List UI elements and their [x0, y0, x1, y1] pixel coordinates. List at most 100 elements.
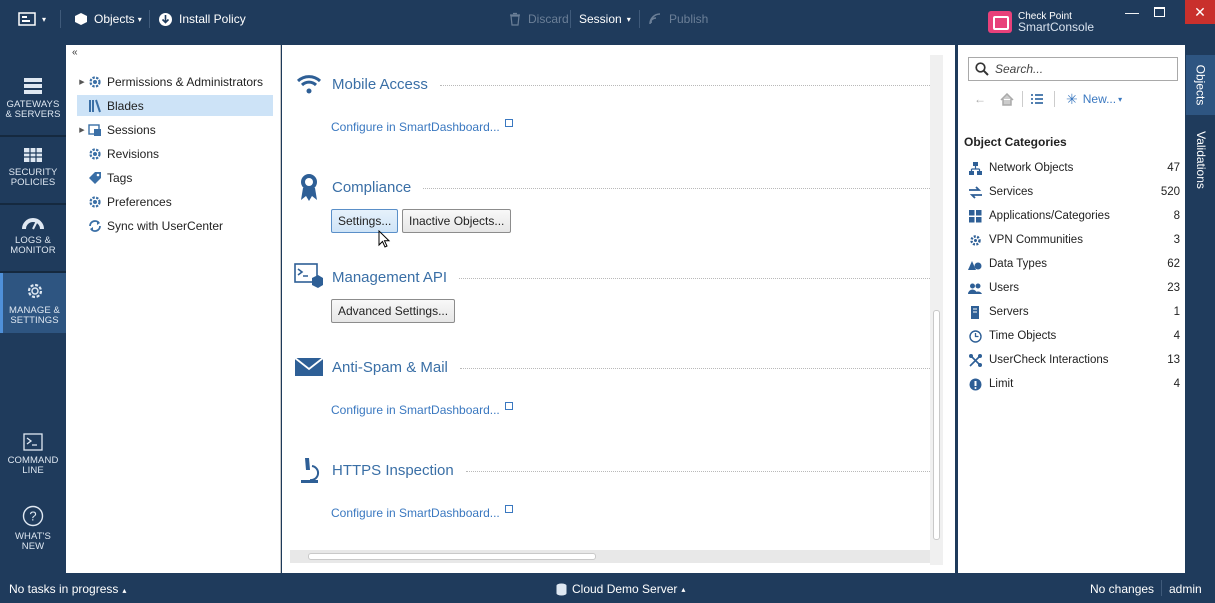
section-title: Compliance [332, 178, 412, 196]
external-link-icon [504, 402, 513, 410]
server-status[interactable]: Cloud Demo Server ▴ [556, 582, 685, 596]
category-label: Time Objects [989, 330, 1057, 342]
gauge-icon [22, 218, 44, 230]
objects-toolbar: ← ✳ New... ▾ [970, 89, 1180, 109]
category-users[interactable]: Users 23 [968, 278, 1180, 298]
configure-smartdashboard-link[interactable]: Configure in SmartDashboard... [331, 505, 513, 520]
tab-validations[interactable]: Validations [1186, 120, 1215, 200]
left-navigation: GATEWAYS & SERVERS SECURITY POLICIES LOGS … [0, 45, 66, 573]
blades-content: Mobile Access Configure in SmartDashboar… [282, 45, 955, 573]
category-servers[interactable]: Servers 1 [968, 302, 1180, 322]
tasks-label: No tasks in progress [9, 582, 119, 596]
category-usercheck-interactions[interactable]: UserCheck Interactions 13 [968, 350, 1180, 370]
app-menu-button[interactable]: ▾ [18, 10, 46, 28]
server-label: Cloud Demo Server [572, 582, 678, 596]
nav-label: NEW [21, 541, 45, 552]
objects-menu-button[interactable]: Objects ▾ [74, 10, 142, 28]
terminal-icon [23, 433, 43, 451]
category-applications[interactable]: Applications/Categories 8 [968, 206, 1180, 226]
expand-arrow-icon[interactable]: ▶ [77, 78, 87, 86]
list-view-button[interactable] [1030, 89, 1044, 109]
discard-button[interactable]: Discard [508, 10, 569, 28]
button-label: Advanced Settings... [338, 304, 449, 318]
search-icon [975, 62, 989, 76]
tasks-status[interactable]: No tasks in progress ▴ [9, 582, 126, 596]
smartconsole-logo-icon [988, 11, 1012, 33]
nav-logs-monitor[interactable]: LOGS & MONITOR [0, 215, 66, 256]
session-menu-button[interactable]: Session ▾ [579, 10, 631, 28]
nav-manage-settings[interactable]: MANAGE & SETTINGS [0, 273, 66, 333]
nav-label: MONITOR [10, 245, 56, 256]
gear-icon [89, 195, 101, 208]
home-icon [1000, 92, 1014, 106]
category-count: 47 [1167, 162, 1180, 174]
category-limit[interactable]: Limit 4 [968, 374, 1180, 394]
vpn-icon [969, 234, 981, 246]
vertical-scrollbar[interactable] [930, 55, 943, 565]
category-label: VPN Communities [989, 234, 1083, 246]
gear-icon [89, 147, 101, 160]
external-link-icon [504, 119, 513, 127]
new-object-button[interactable]: ✳ New... ▾ [1066, 89, 1122, 109]
management-api-icon [294, 263, 323, 288]
category-label: Network Objects [989, 162, 1074, 174]
status-bar: No tasks in progress ▴ Cloud Demo Server ▴… [0, 573, 1215, 603]
scrollbar-thumb[interactable] [308, 553, 596, 560]
list-icon [1031, 94, 1043, 104]
app-menu-icon [18, 12, 36, 26]
scrollbar-thumb[interactable] [933, 310, 940, 540]
install-policy-button[interactable]: Install Policy [158, 10, 246, 28]
install-policy-label: Install Policy [179, 12, 246, 26]
category-count: 13 [1167, 354, 1180, 366]
category-count: 4 [1173, 330, 1180, 342]
configure-smartdashboard-link[interactable]: Configure in SmartDashboard... [331, 119, 513, 134]
close-button[interactable]: ✕ [1185, 0, 1215, 24]
policies-icon [24, 148, 42, 162]
tree-item-revisions[interactable]: Revisions [77, 143, 273, 164]
category-network-objects[interactable]: Network Objects 47 [968, 158, 1180, 178]
user-status[interactable]: admin [1169, 582, 1202, 596]
category-count: 8 [1173, 210, 1180, 222]
tree-item-sync-usercenter[interactable]: Sync with UserCenter [77, 215, 273, 236]
tree-item-sessions[interactable]: ▶ Sessions [77, 119, 273, 140]
category-vpn-communities[interactable]: VPN Communities 3 [968, 230, 1180, 250]
tree-item-permissions[interactable]: ▶ Permissions & Administrators [77, 71, 273, 92]
back-button[interactable]: ← [974, 89, 986, 109]
nav-command-line[interactable]: COMMAND LINE [0, 433, 66, 476]
tree-item-blades[interactable]: Blades [77, 95, 273, 116]
wifi-icon [296, 75, 322, 94]
link-label: Configure in SmartDashboard... [331, 506, 500, 520]
category-label: Services [989, 186, 1034, 198]
search-input[interactable]: Search... [968, 57, 1178, 81]
nav-whats-new[interactable]: ? WHAT'S NEW [0, 505, 66, 552]
nav-security-policies[interactable]: SECURITY POLICIES [0, 147, 66, 188]
objects-label: Objects [94, 12, 135, 26]
home-button[interactable] [1000, 89, 1014, 109]
usercheck-icon [968, 353, 982, 367]
title-bar: ▾ Objects ▾ Install Policy Discard Sessio… [0, 0, 1215, 45]
collapse-pane-icon[interactable]: « [72, 47, 78, 58]
nav-gateways-servers[interactable]: GATEWAYS & SERVERS [0, 77, 66, 120]
publish-icon [649, 13, 661, 25]
category-label: Limit [989, 378, 1014, 390]
configure-smartdashboard-link[interactable]: Configure in SmartDashboard... [331, 402, 513, 417]
maximize-button[interactable] [1143, 0, 1175, 24]
horizontal-scrollbar[interactable] [290, 550, 930, 563]
category-services[interactable]: Services 520 [968, 182, 1180, 202]
tree-item-preferences[interactable]: Preferences [77, 191, 273, 212]
tab-objects[interactable]: Objects [1186, 55, 1215, 115]
advanced-settings-button[interactable]: Advanced Settings... [331, 299, 456, 323]
category-data-types[interactable]: Data Types 62 [968, 254, 1180, 274]
publish-button[interactable]: Publish [648, 10, 708, 28]
tree-item-tags[interactable]: Tags [77, 167, 273, 188]
category-label: Users [989, 282, 1020, 294]
section-title: HTTPS Inspection [332, 461, 454, 479]
expand-arrow-icon[interactable]: ▶ [77, 126, 87, 134]
install-policy-icon [159, 12, 172, 26]
category-time-objects[interactable]: Time Objects 4 [968, 326, 1180, 346]
object-categories-title: Object Categories [964, 135, 1067, 149]
inactive-objects-button[interactable]: Inactive Objects... [402, 209, 512, 233]
sync-icon [89, 219, 101, 232]
server-icon [971, 305, 979, 319]
sessions-icon [88, 123, 101, 136]
